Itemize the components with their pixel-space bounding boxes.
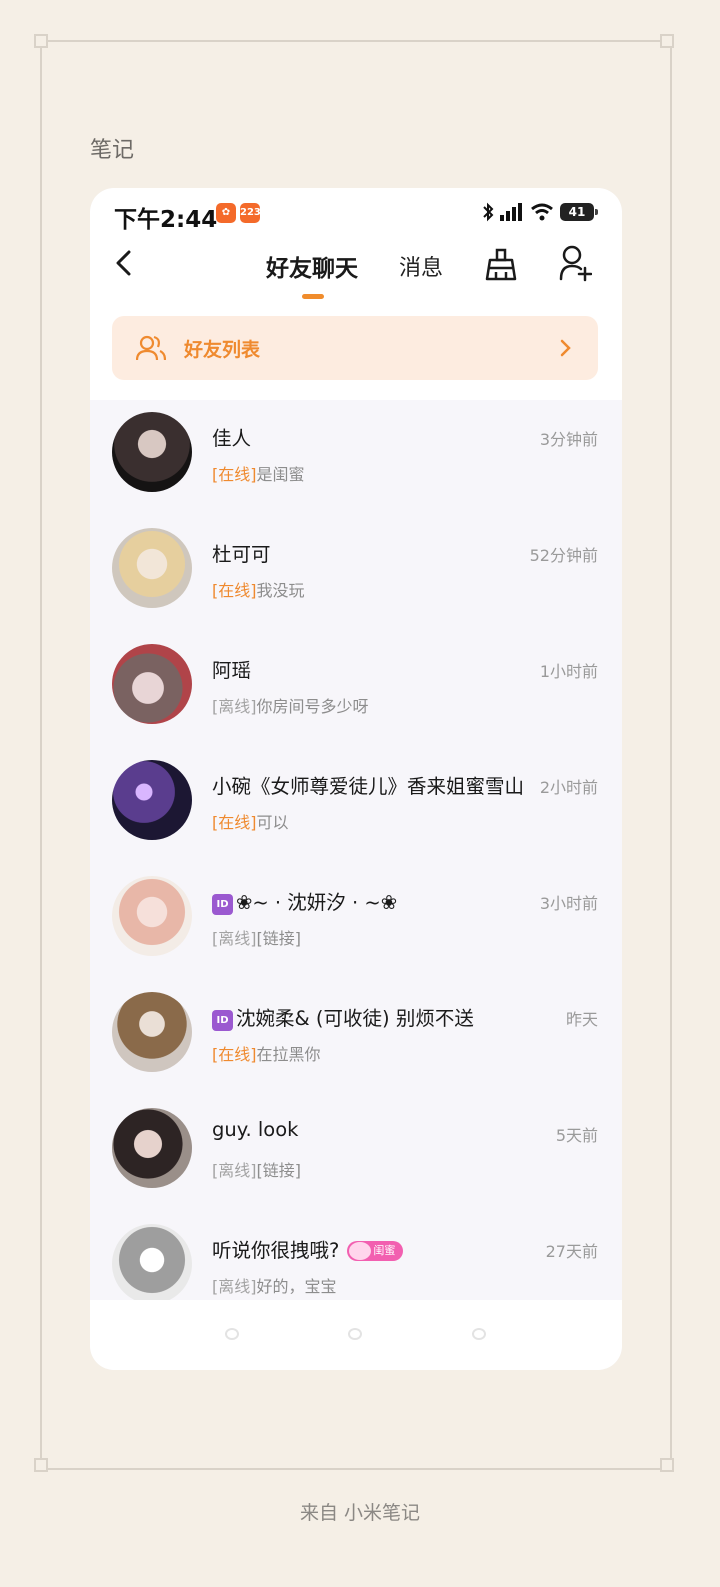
chat-time: 52分钟前 — [529, 546, 598, 565]
avatar — [112, 1224, 192, 1304]
online-status: [在线] — [212, 465, 257, 484]
chat-row[interactable]: guy. look 5天前 [离线][链接] — [90, 1096, 622, 1212]
tab-friend-chat[interactable]: 好友聊天 — [266, 249, 358, 283]
last-message: [链接] — [256, 1161, 302, 1180]
last-message: [链接] — [256, 929, 302, 948]
add-user-icon[interactable] — [558, 244, 592, 282]
bestie-badge: 闺蜜 — [347, 1241, 404, 1261]
app-notification-icon: ✿ — [216, 203, 236, 223]
contact-name: 小碗《女师尊爱徒儿》香来姐蜜雪山 — [212, 775, 525, 798]
broom-icon[interactable] — [484, 246, 518, 282]
friend-list-label: 好友列表 — [184, 339, 261, 361]
contact-name: 听说你很拽哦? 闺蜜 — [212, 1234, 404, 1263]
chat-row[interactable]: 杜可可 52分钟前 [在线]我没玩 — [90, 516, 622, 632]
note-footer: 来自 小米笔记 — [299, 1502, 421, 1524]
frame-corner — [34, 1458, 48, 1472]
frame-corner — [660, 1458, 674, 1472]
friend-list-button[interactable]: 好友列表 — [112, 316, 598, 380]
chat-preview: [在线]我没玩 — [212, 577, 305, 601]
chat-time: 3分钟前 — [539, 430, 598, 449]
chat-row[interactable]: ID ❀~ · 沈妍汐 · ~❀ 3小时前 [离线][链接] — [90, 864, 622, 980]
chat-row[interactable]: 小碗《女师尊爱徒儿》香来姐蜜雪山 2小时前 [在线]可以 — [90, 748, 622, 864]
contact-name: ID ❀~ · 沈妍汐 · ~❀ — [212, 886, 397, 915]
last-message: 好的，宝宝 — [256, 1277, 337, 1296]
chevron-right-icon — [560, 339, 571, 357]
chat-time: 2小时前 — [539, 774, 598, 798]
phone-screenshot: 下午2:44 ✿ 223 41 好友聊天 消息 好友列表 佳人 3分钟前 [在线… — [90, 188, 622, 1370]
status-icons: 41 — [482, 200, 598, 224]
avatar — [112, 992, 192, 1072]
contact-name: 阿瑶 — [212, 659, 252, 682]
last-message: 我没玩 — [256, 581, 305, 600]
avatar — [112, 412, 192, 492]
online-status: [离线] — [212, 929, 257, 948]
chat-preview: [离线][链接] — [212, 925, 301, 949]
contact-name: 杜可可 — [212, 543, 271, 566]
online-status: [离线] — [212, 1161, 257, 1180]
last-message: 在拉黑你 — [256, 1045, 321, 1064]
chat-preview: [在线]在拉黑你 — [212, 1041, 321, 1065]
id-badge-icon: ID — [212, 894, 233, 915]
nav-center-icon[interactable] — [348, 1328, 362, 1340]
last-message: 是闺蜜 — [256, 465, 305, 484]
contact-name-text: 沈婉柔& (可收徒) 别烦不送 — [236, 1007, 474, 1030]
chat-preview: [在线]可以 — [212, 809, 289, 833]
chat-time: 27天前 — [545, 1242, 598, 1261]
nav-profile-icon[interactable] — [472, 1328, 486, 1340]
chat-time: 5天前 — [555, 1126, 598, 1145]
frame-corner — [34, 34, 48, 48]
chat-row[interactable]: ID 沈婉柔& (可收徒) 别烦不送 昨天 [在线]在拉黑你 — [90, 980, 622, 1096]
chat-time: 昨天 — [565, 1010, 598, 1029]
chat-time: 3小时前 — [539, 894, 598, 913]
last-message: 可以 — [256, 813, 289, 832]
online-status: [离线] — [212, 697, 257, 716]
wifi-icon — [531, 203, 553, 221]
bottom-nav — [90, 1300, 622, 1370]
online-status: [在线] — [212, 581, 257, 600]
contact-name: ID 沈婉柔& (可收徒) 别烦不送 — [212, 1002, 474, 1031]
avatar — [112, 760, 192, 840]
frame-corner — [660, 34, 674, 48]
id-badge-icon: ID — [212, 1010, 233, 1031]
tab-messages[interactable]: 消息 — [399, 250, 443, 282]
chat-preview: [在线]是闺蜜 — [212, 461, 305, 485]
chat-preview: [离线]好的，宝宝 — [212, 1273, 337, 1297]
online-status: [在线] — [212, 1045, 257, 1064]
avatar — [112, 876, 192, 956]
chat-preview: [离线]你房间号多少呀 — [212, 693, 369, 717]
contact-name-text: 听说你很拽哦? — [212, 1239, 340, 1262]
chat-row[interactable]: 佳人 3分钟前 [在线]是闺蜜 — [90, 400, 622, 516]
chat-list: 佳人 3分钟前 [在线]是闺蜜 杜可可 52分钟前 [在线]我没玩 阿瑶 1小时… — [90, 400, 622, 1328]
last-message: 你房间号多少呀 — [256, 697, 369, 716]
chat-preview: [离线][链接] — [212, 1157, 301, 1181]
app-header: 下午2:44 ✿ 223 41 好友聊天 消息 好友列表 — [90, 188, 622, 400]
contact-name-text: ❀~ · 沈妍汐 · ~❀ — [236, 891, 398, 914]
status-time: 下午2:44 — [114, 207, 218, 233]
chat-time: 1小时前 — [539, 662, 598, 681]
friends-icon — [136, 335, 166, 361]
chat-row[interactable]: 阿瑶 1小时前 [离线]你房间号多少呀 — [90, 632, 622, 748]
contact-name: 佳人 — [212, 427, 252, 450]
app-notification-badge: 223 — [240, 203, 261, 223]
note-title: 笔记 — [90, 138, 135, 163]
battery-icon: 41 — [560, 203, 598, 221]
online-status: [离线] — [212, 1277, 257, 1296]
avatar — [112, 644, 192, 724]
contact-name: guy. look — [212, 1118, 299, 1141]
online-status: [在线] — [212, 813, 257, 832]
avatar — [112, 1108, 192, 1188]
signal-icon — [500, 203, 522, 221]
avatar — [112, 528, 192, 608]
tab-indicator — [302, 294, 324, 299]
bluetooth-icon — [483, 202, 494, 222]
back-icon[interactable] — [112, 248, 136, 278]
nav-home-icon[interactable] — [225, 1328, 239, 1340]
